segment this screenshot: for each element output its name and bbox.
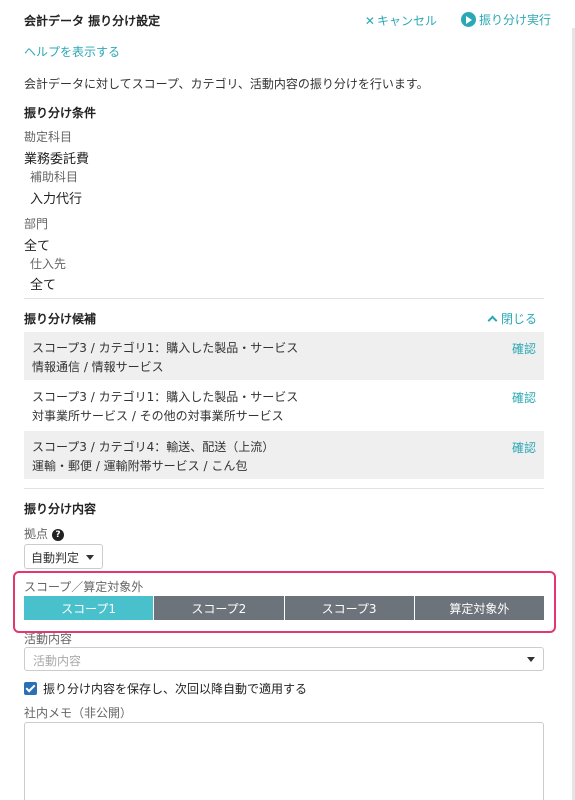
close-icon: ✕ bbox=[364, 14, 375, 28]
confirm-link[interactable]: 確認 bbox=[512, 389, 536, 406]
department-value: 全て bbox=[24, 239, 51, 254]
base-select[interactable]: 自動判定 bbox=[24, 544, 103, 569]
sub-account-value: 入力代行 bbox=[30, 192, 83, 207]
save-rule-row: 振り分け内容を保存し、次回以降自動で適用する bbox=[24, 680, 307, 697]
confirm-link[interactable]: 確認 bbox=[512, 340, 536, 357]
chevron-up-icon bbox=[487, 315, 498, 326]
execute-label: 振り分け実行 bbox=[478, 13, 551, 27]
candidate-item: スコープ3 / カテゴリ1：購入した製品・サービス 対事業所サービス / その他… bbox=[24, 381, 544, 429]
candidate-item: スコープ3 / カテゴリ4：輸送、配送（上流） 運輸・郵便 / 運輸附帯サービス… bbox=[24, 431, 544, 479]
execute-button[interactable]: 振り分け実行 bbox=[460, 11, 551, 28]
memo-textarea[interactable] bbox=[24, 722, 544, 800]
supplier-label: 仕入先 bbox=[30, 257, 67, 271]
close-candidates-button[interactable]: 閉じる bbox=[487, 310, 537, 327]
activity-placeholder: 活動内容 bbox=[33, 654, 82, 668]
caret-down-icon bbox=[86, 555, 94, 560]
account-value: 業務委託費 bbox=[24, 152, 90, 167]
candidate-line1: スコープ3 / カテゴリ1：購入した製品・サービス bbox=[32, 390, 299, 404]
section-divider bbox=[24, 488, 544, 489]
dialog-header: 会計データ 振り分け設定 ✕ キャンセル 振り分け実行 bbox=[24, 10, 551, 30]
scope-option-1[interactable]: スコープ1 bbox=[24, 596, 155, 620]
description-text: 会計データに対してスコープ、カテゴリ、活動内容の振り分けを行います。 bbox=[24, 77, 429, 91]
candidate-item: スコープ3 / カテゴリ1：購入した製品・サービス 情報通信 / 情報サービス … bbox=[24, 332, 544, 380]
activity-select[interactable]: 活動内容 bbox=[24, 647, 544, 671]
scope-option-3[interactable]: スコープ3 bbox=[284, 596, 415, 620]
help-link[interactable]: ヘルプを表示する bbox=[24, 43, 120, 60]
memo-label: 社内メモ（非公開） bbox=[24, 706, 133, 720]
save-rule-label: 振り分け内容を保存し、次回以降自動で適用する bbox=[43, 682, 308, 696]
scope-segmented-control: スコープ1 スコープ2 スコープ3 算定対象外 bbox=[24, 596, 544, 620]
caret-down-icon bbox=[527, 657, 535, 662]
play-icon bbox=[460, 12, 476, 27]
base-label: 拠点 bbox=[24, 527, 49, 541]
candidates-title: 振り分け候補 bbox=[24, 312, 97, 326]
candidate-line1: スコープ3 / カテゴリ4：輸送、配送（上流） bbox=[32, 440, 275, 454]
help-icon[interactable]: ? bbox=[52, 529, 65, 541]
content-title: 振り分け内容 bbox=[24, 502, 97, 516]
candidate-line1: スコープ3 / カテゴリ1：購入した製品・サービス bbox=[32, 341, 299, 355]
candidate-line2: 情報通信 / 情報サービス bbox=[32, 360, 164, 374]
cancel-label: キャンセル bbox=[376, 14, 437, 28]
department-label: 部門 bbox=[24, 217, 49, 231]
account-label: 勘定科目 bbox=[24, 130, 73, 144]
scope-option-2[interactable]: スコープ2 bbox=[154, 596, 285, 620]
supplier-value: 全て bbox=[30, 278, 57, 293]
base-select-value: 自動判定 bbox=[31, 551, 80, 565]
cancel-button[interactable]: ✕ キャンセル bbox=[365, 12, 437, 29]
base-label-row: 拠点? bbox=[24, 525, 65, 542]
section-divider bbox=[24, 298, 544, 299]
confirm-link[interactable]: 確認 bbox=[512, 439, 536, 456]
scope-option-excluded[interactable]: 算定対象外 bbox=[414, 596, 544, 620]
candidate-line2: 運輸・郵便 / 運輸附帯サービス / こん包 bbox=[32, 459, 248, 473]
activity-label: 活動内容 bbox=[24, 632, 73, 646]
conditions-title: 振り分け条件 bbox=[24, 106, 97, 120]
dialog-title: 会計データ 振り分け設定 bbox=[24, 14, 161, 28]
save-rule-checkbox[interactable] bbox=[24, 682, 37, 695]
candidate-line2: 対事業所サービス / その他の対事業所サービス bbox=[32, 409, 284, 423]
scope-label: スコープ／算定対象外 bbox=[24, 580, 144, 594]
close-label: 閉じる bbox=[500, 312, 537, 326]
sub-account-label: 補助科目 bbox=[30, 170, 79, 184]
